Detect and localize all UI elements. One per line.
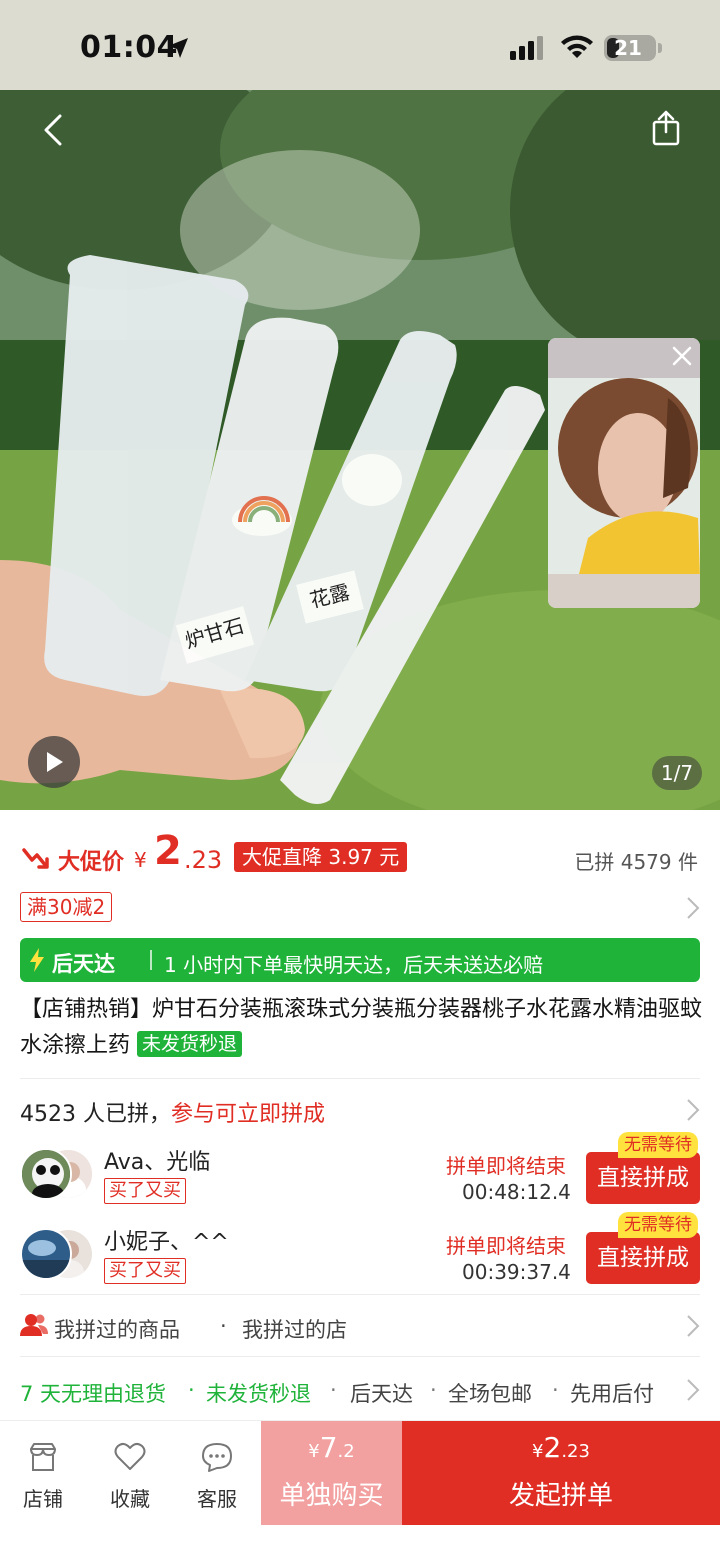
price-integer: 2: [154, 828, 182, 874]
rebuy-tag: 买了又买: [104, 1178, 186, 1204]
buy-alone-button[interactable]: ¥7.2 单独购买: [261, 1421, 402, 1525]
chevron-right-icon[interactable]: [686, 1314, 700, 1338]
nav-favorite[interactable]: 收藏: [95, 1441, 165, 1521]
single-price: ¥7.2: [308, 1431, 355, 1464]
location-arrow-icon: [168, 38, 188, 58]
start-group-button[interactable]: ¥2.23 发起拼单: [402, 1421, 720, 1525]
promo-price-label: 大促价: [58, 850, 125, 875]
video-preview-image: [548, 338, 700, 608]
close-icon[interactable]: [670, 344, 694, 368]
join-group-button[interactable]: 直接拼成: [586, 1232, 700, 1284]
service-guarantees[interactable]: 7 天无理由退货 · 未发货秒退 · 后天达 · 全场包邮 · 先用后付: [20, 1370, 700, 1410]
avatar: [20, 1228, 72, 1280]
group-ending-label: 拼单即将结束: [446, 1234, 566, 1258]
service-separator: ·: [552, 1378, 559, 1402]
price-row: 大促价 ¥ 2 .23 大促直降 3.97 元 已拼 4579 件: [0, 820, 720, 892]
single-buy-label: 单独购买: [279, 1481, 384, 1511]
group-ending-label: 拼单即将结束: [446, 1154, 566, 1178]
service-free-shipping: 全场包邮: [448, 1382, 532, 1406]
group-cta-text: 参与可立即拼成: [170, 1102, 325, 1127]
nav-store[interactable]: 店铺: [8, 1441, 78, 1521]
cellular-signal-icon: [510, 36, 543, 60]
group-buy-summary[interactable]: 4523 人已拼，参与可立即拼成: [20, 1096, 325, 1128]
image-page-indicator: 1/7: [652, 756, 702, 790]
service-delivery: 后天达: [350, 1382, 413, 1406]
service-pay-later: 先用后付: [570, 1382, 654, 1406]
delivery-banner[interactable]: 后天达 1 小时内下单最快明天达，后天未送达必赔: [20, 938, 700, 982]
no-ship-refund-badge: 未发货秒退: [137, 1031, 243, 1057]
price-drop-badge: 大促直降 3.97 元: [234, 842, 408, 872]
history-link-shops[interactable]: 我拼过的店: [242, 1314, 347, 1344]
chevron-right-icon[interactable]: [686, 1378, 700, 1402]
nav-label: 收藏: [110, 1487, 150, 1511]
product-image-carousel[interactable]: 炉甘石 花露 1/7: [0, 90, 720, 810]
status-bar: 01:04 21: [0, 0, 720, 90]
people-icon: [20, 1314, 48, 1336]
battery-icon: 21: [604, 35, 656, 61]
group-row: 小妮子、^^ 买了又买 拼单即将结束 00:39:37.4 直接拼成 无需等待: [20, 1212, 700, 1288]
wifi-icon: [561, 35, 593, 58]
price-decimal: .23: [184, 846, 223, 874]
history-separator: ·: [220, 1314, 227, 1338]
delivery-description: 1 小时内下单最快明天达，后天未送达必赔: [164, 953, 544, 977]
store-icon: [30, 1443, 56, 1471]
battery-level: 21: [614, 36, 642, 60]
product-title: 【店铺热销】炉甘石分装瓶滚珠式分装瓶分装器桃子水花露水精油驱蚊水涂擦上药 未发货…: [20, 992, 704, 1064]
nav-label: 店铺: [23, 1487, 63, 1511]
service-refund: 未发货秒退: [206, 1382, 311, 1406]
group-count-text: 4523 人已拼，: [20, 1102, 171, 1127]
service-return: 7 天无理由退货: [20, 1382, 167, 1406]
status-time: 01:04: [80, 30, 178, 65]
group-buy-label: 发起拼单: [508, 1481, 613, 1511]
group-countdown: 00:48:12.4: [462, 1180, 571, 1204]
join-group-button[interactable]: 直接拼成: [586, 1152, 700, 1204]
nav-label: 客服: [197, 1487, 237, 1511]
service-separator: ·: [330, 1378, 337, 1402]
product-title-text: 【店铺热销】炉甘石分装瓶滚珠式分装瓶分装器桃子水花露水精油驱蚊水涂擦上药: [20, 997, 703, 1058]
sold-count: 已拼 4579 件: [574, 850, 698, 874]
lightning-icon: [30, 948, 44, 972]
floating-video-preview[interactable]: [548, 338, 700, 608]
purchase-history-row[interactable]: 我拼过的商品 · 我拼过的店: [20, 1306, 700, 1346]
divider: [20, 1078, 700, 1079]
chevron-right-icon[interactable]: [686, 1098, 700, 1122]
share-icon[interactable]: [646, 108, 686, 148]
no-wait-badge: 无需等待: [618, 1212, 698, 1238]
service-separator: ·: [430, 1378, 437, 1402]
group-countdown: 00:39:37.4: [462, 1260, 571, 1284]
divider: [20, 1356, 700, 1357]
group-member-names: 小妮子、^^: [104, 1230, 229, 1255]
bottom-action-bar: 店铺 收藏 客服 ¥7.2 单独购买 ¥2.23 发起拼单: [0, 1420, 720, 1560]
rebuy-tag: 买了又买: [104, 1258, 186, 1284]
group-row: Ava、光临 买了又买 拼单即将结束 00:48:12.4 直接拼成 无需等待: [20, 1132, 700, 1208]
back-arrow-icon[interactable]: [34, 110, 74, 150]
chat-icon: [202, 1443, 232, 1472]
delivery-title: 后天达: [52, 952, 115, 976]
play-video-button[interactable]: [28, 736, 80, 788]
service-separator: ·: [188, 1378, 195, 1402]
history-link-products[interactable]: 我拼过的商品: [54, 1314, 180, 1344]
group-price: ¥2.23: [532, 1431, 590, 1464]
coupon-tag[interactable]: 满30减2: [20, 892, 113, 922]
nav-customer-service[interactable]: 客服: [182, 1441, 252, 1521]
price-down-icon: [22, 848, 49, 869]
avatar: [20, 1148, 72, 1200]
no-wait-badge: 无需等待: [618, 1132, 698, 1158]
price-currency: ¥: [134, 848, 147, 872]
divider: [20, 1294, 700, 1295]
chevron-right-icon[interactable]: [686, 896, 700, 920]
play-icon: [47, 752, 63, 772]
group-member-names: Ava、光临: [104, 1150, 211, 1175]
heart-icon: [114, 1442, 146, 1470]
